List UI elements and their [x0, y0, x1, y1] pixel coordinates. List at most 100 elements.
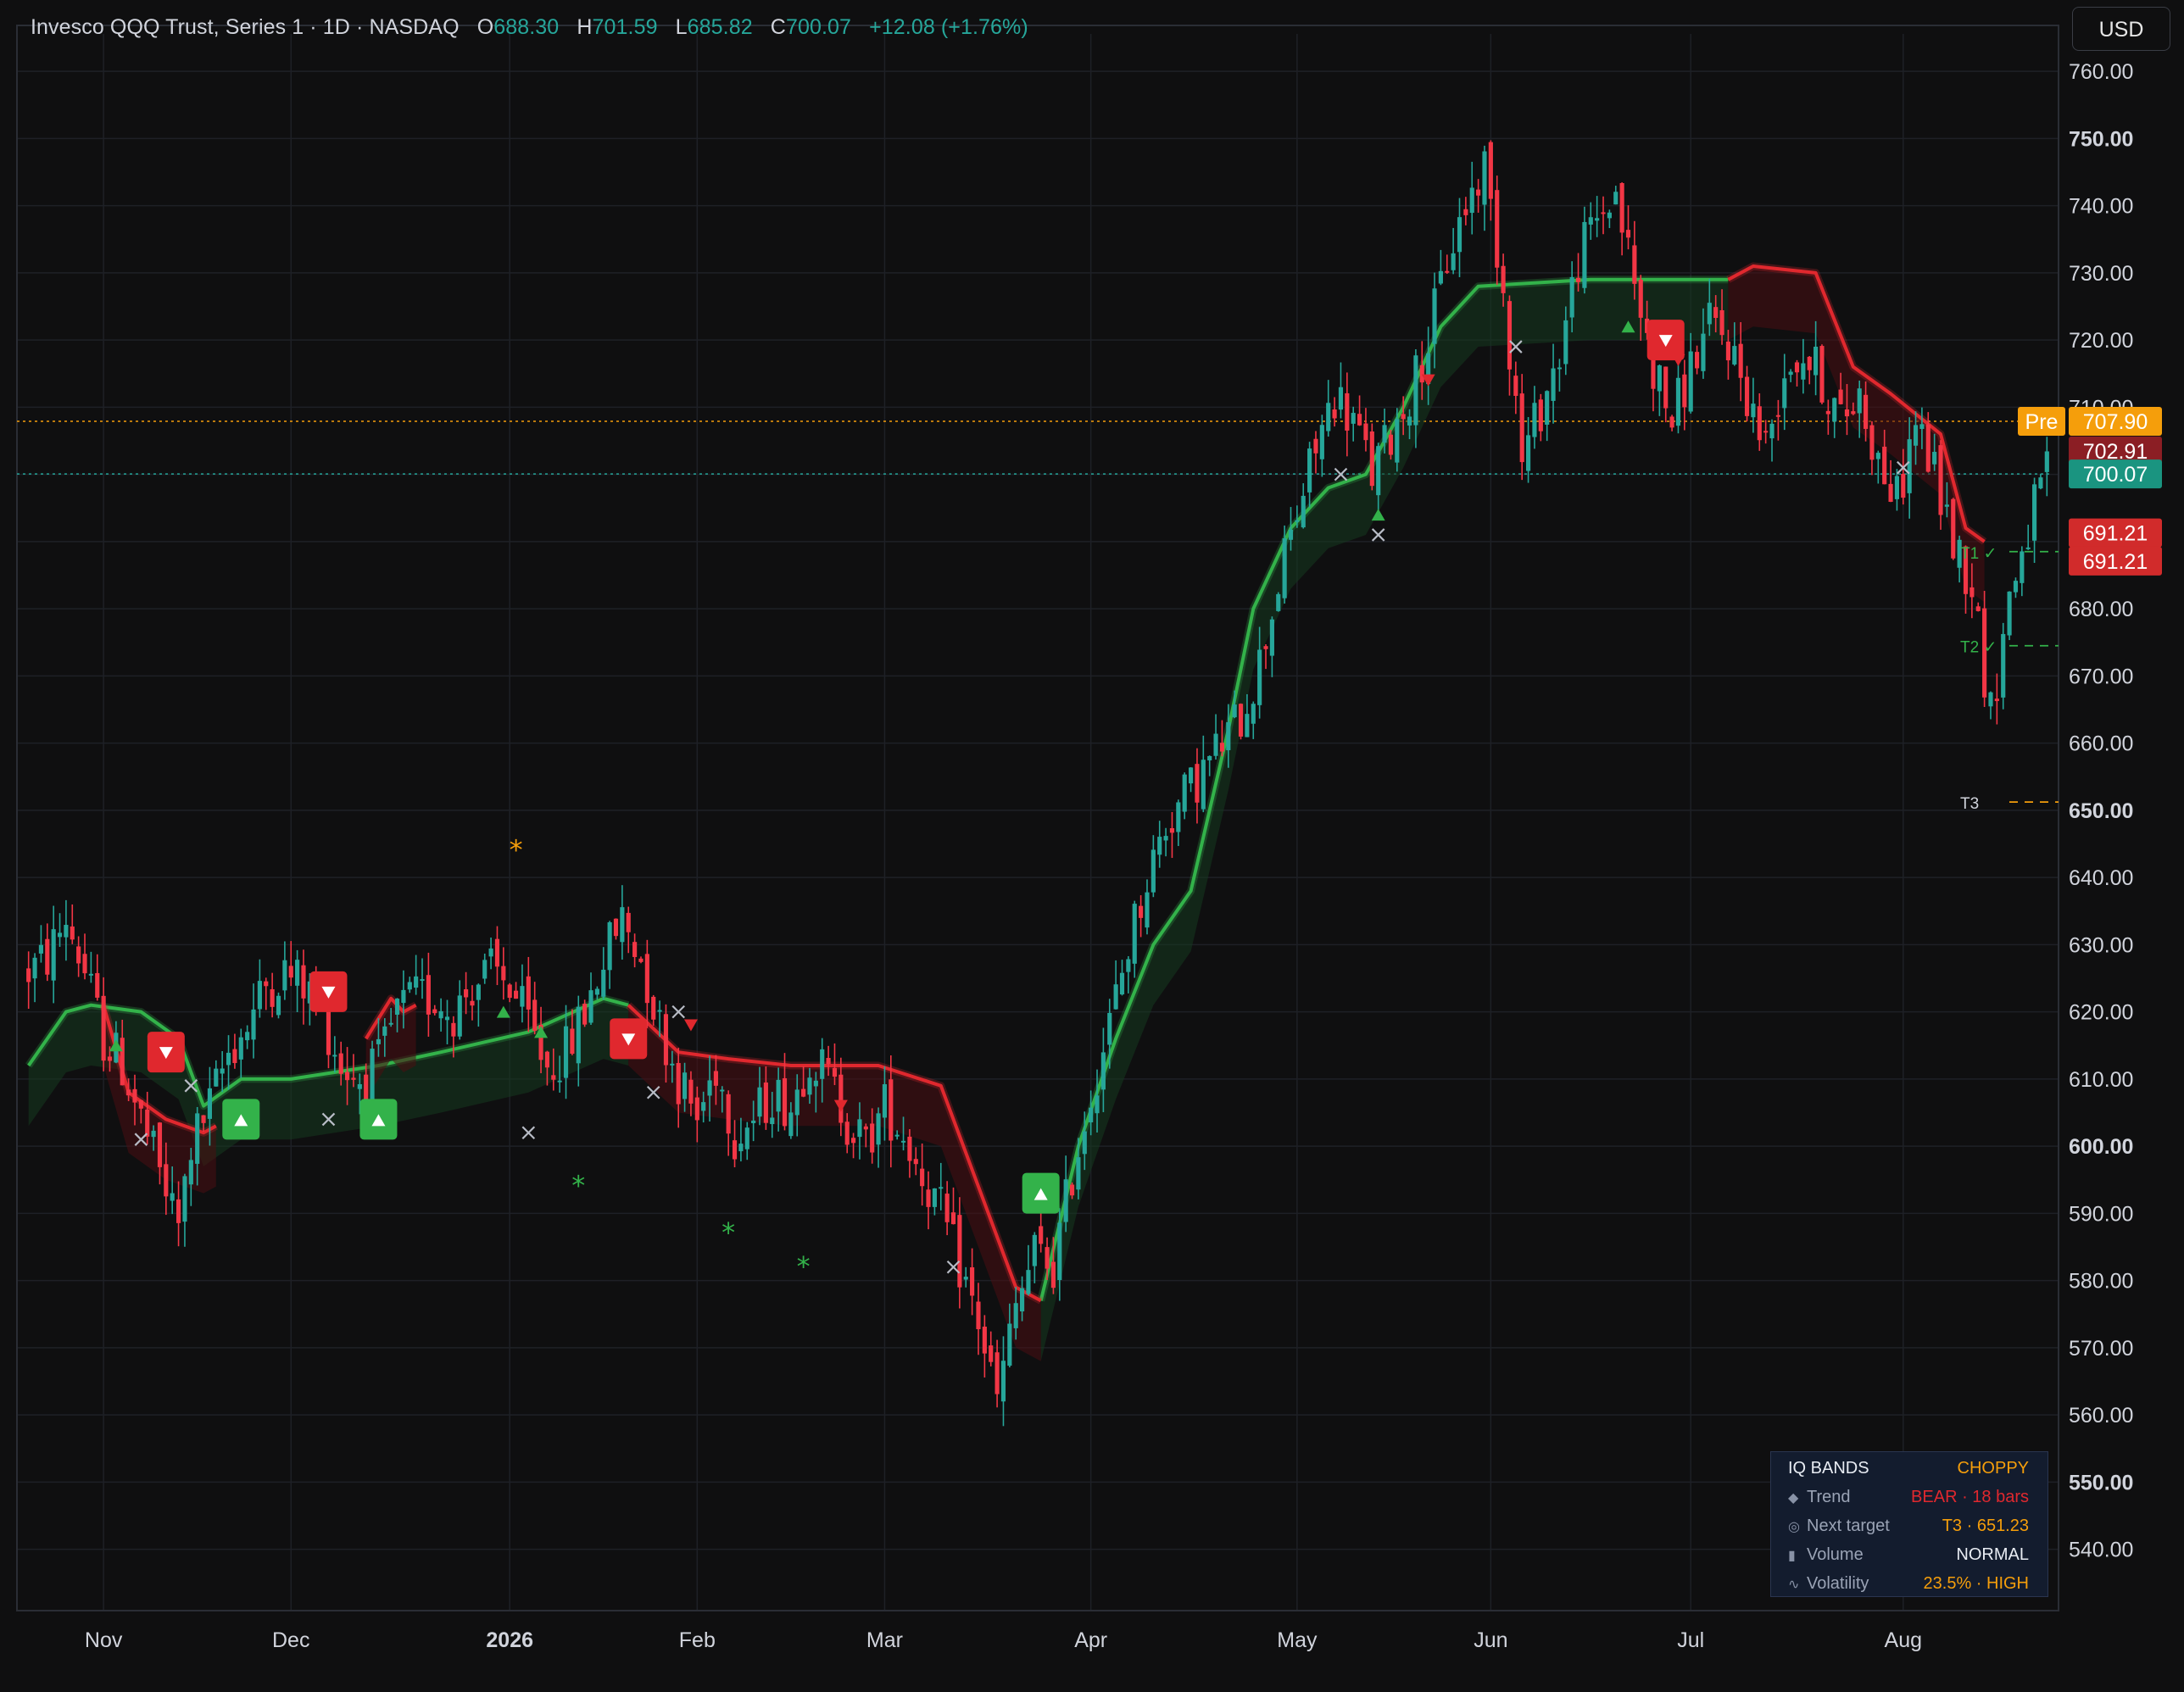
candle-body — [88, 973, 93, 976]
candle-body — [932, 1188, 937, 1207]
candle-body — [432, 1009, 437, 1014]
candle-body — [1751, 404, 1756, 418]
candle-body — [76, 946, 81, 964]
low-price-tag-text: 691.21 — [2083, 550, 2148, 574]
candle-body — [1232, 704, 1237, 718]
candle-body — [1045, 1247, 1050, 1269]
candle-body — [2025, 547, 2031, 549]
candle-body — [232, 1049, 237, 1064]
candle-body — [676, 1062, 681, 1105]
candle-body — [657, 1010, 662, 1012]
candle-body — [382, 1026, 387, 1036]
candle-body — [1532, 403, 1537, 437]
candle-body — [1257, 649, 1262, 705]
y-tick-label: 740.00 — [2069, 195, 2133, 219]
candle-body — [526, 976, 531, 1010]
asterisk-icon: * — [510, 833, 523, 865]
candle-body — [45, 938, 50, 975]
candle-body — [1625, 230, 1631, 238]
target-value: T3 · 651.23 — [1942, 1517, 2029, 1535]
candle-body — [1657, 365, 1662, 392]
x-tick-label: Apr — [1074, 1628, 1107, 1652]
volume-label: Volume — [1807, 1545, 1864, 1564]
buy-signal-badge — [1022, 1172, 1060, 1214]
candle-body — [370, 1049, 375, 1107]
candle-body — [451, 1022, 456, 1037]
price-chart[interactable]: 760.00750.00740.00730.00720.00710.00700.… — [0, 0, 2184, 1692]
candle-body — [107, 1056, 113, 1061]
candle-body — [182, 1176, 187, 1222]
candle-body — [1207, 755, 1212, 760]
candle-body — [444, 1016, 450, 1021]
candle-body — [1213, 733, 1218, 756]
candle-body — [744, 1127, 749, 1149]
candle-body — [1288, 529, 1294, 540]
candle-body — [1919, 424, 1925, 429]
iq-bands-panel: IQ BANDS CHOPPY ◆ Trend BEAR · 18 bars ◎ N… — [1770, 1451, 2048, 1597]
candle-body — [414, 976, 419, 988]
x-tick-label: Dec — [272, 1628, 309, 1652]
low-price-tag: 691.21 — [2069, 518, 2162, 548]
candle-body — [457, 995, 462, 1037]
low-value: 685.82 — [687, 15, 753, 39]
candle-body — [913, 1159, 918, 1165]
candle-body — [1757, 406, 1762, 441]
y-tick-label: 630.00 — [2069, 933, 2133, 957]
candle-body — [1951, 498, 1956, 559]
candle-body — [494, 938, 500, 967]
candle-body — [1238, 704, 1244, 737]
candle-body — [282, 960, 287, 991]
candle-body — [1994, 699, 1999, 702]
candle-body — [900, 1140, 906, 1143]
y-tick-label: 680.00 — [2069, 598, 2133, 621]
candle-body — [1476, 189, 1481, 196]
candle-body — [907, 1136, 912, 1161]
candle-body — [1913, 425, 1919, 446]
candle-body — [1545, 391, 1550, 425]
candle — [1951, 498, 1956, 560]
candle-body — [713, 1071, 719, 1086]
candle-body — [157, 1122, 163, 1167]
candle-body — [1182, 774, 1187, 812]
candle-body — [1113, 984, 1118, 1010]
candle — [276, 992, 281, 1019]
candle-body — [863, 1126, 868, 1130]
y-tick-label: 540.00 — [2069, 1539, 2133, 1562]
candle-body — [38, 944, 44, 954]
symbol-legend: Invesco QQQ Trust, Series 1 · 1D · NASDA… — [31, 15, 1028, 40]
candle-body — [1663, 366, 1669, 409]
candle-body — [64, 925, 69, 938]
candle-body — [670, 1063, 675, 1066]
candle-body — [1938, 445, 1943, 515]
candle-body — [1819, 346, 1825, 403]
candle-body — [751, 1120, 756, 1123]
x-tick-label: Feb — [679, 1628, 716, 1652]
candle-body — [1363, 423, 1368, 441]
candle-body — [551, 1075, 556, 1080]
candle-body — [1713, 307, 1719, 319]
candle-body — [1126, 959, 1131, 972]
candle-body — [301, 965, 306, 999]
candle-body — [426, 975, 431, 1015]
candle-body — [1188, 767, 1194, 784]
candle-body — [1801, 363, 1806, 380]
candle-body — [126, 1089, 131, 1096]
candle-body — [1295, 520, 1300, 522]
candle-body — [220, 1068, 225, 1074]
sell-signal-badge — [147, 1032, 185, 1073]
candle-body — [1782, 378, 1787, 409]
candle-body — [920, 1168, 925, 1187]
candle-body — [101, 995, 106, 1061]
currency-button[interactable]: USD — [2072, 7, 2170, 51]
candle-body — [1382, 425, 1387, 443]
candle-body — [420, 979, 425, 982]
candle-body — [1282, 537, 1287, 598]
candle-body — [276, 995, 281, 1016]
candle-body — [1388, 434, 1394, 455]
candle-body — [1039, 1226, 1044, 1244]
candle-body — [1082, 1131, 1087, 1155]
candle-body — [1988, 692, 1993, 707]
candle-body — [970, 1267, 975, 1296]
candle-body — [1814, 347, 1819, 376]
candle-body — [1632, 245, 1637, 284]
